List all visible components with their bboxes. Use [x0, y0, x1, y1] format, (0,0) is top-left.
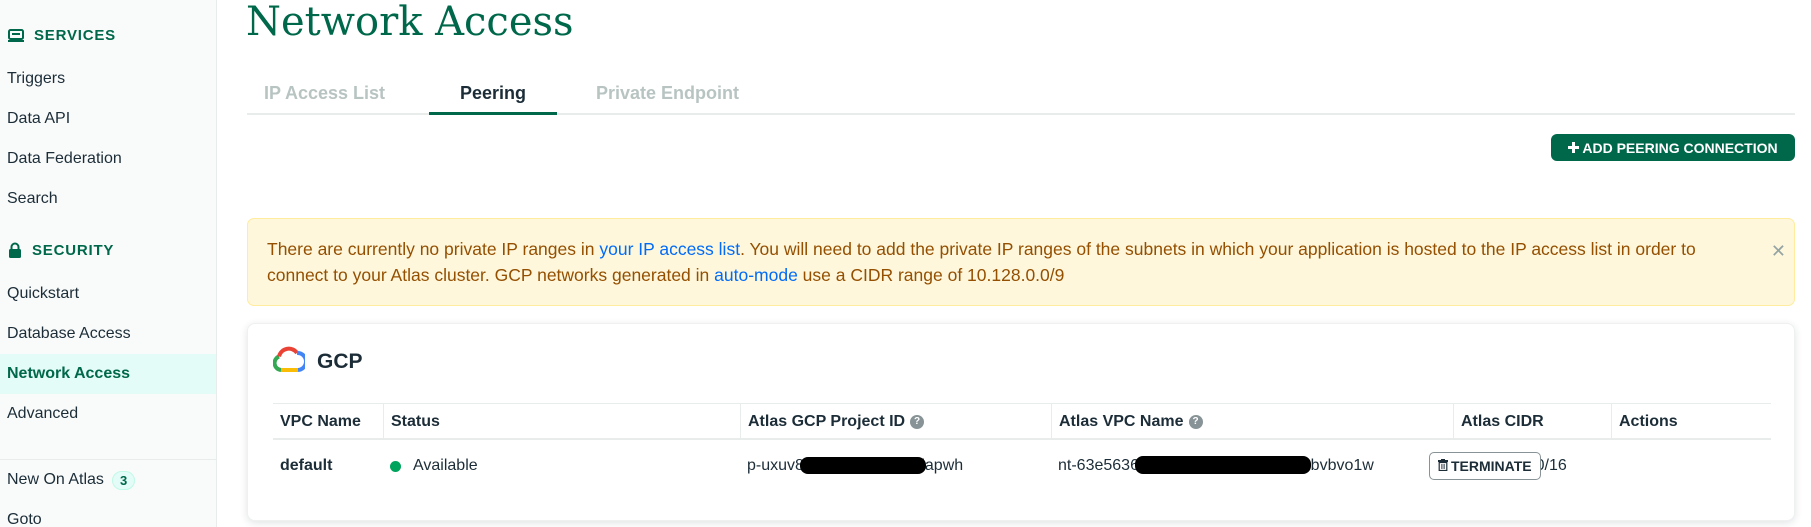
gcp-peering-card: GCP VPC Name Status Atlas GCP Project ID…	[247, 323, 1795, 521]
terminate-button[interactable]: TERMINATE	[1429, 452, 1541, 480]
add-peering-connection-label: ADD PEERING CONNECTION	[1582, 139, 1778, 156]
sidebar-item-data-api[interactable]: Data API	[0, 99, 216, 139]
auto-mode-link[interactable]: auto-mode	[714, 265, 798, 285]
table-row: default Available p-uxuv8ulc7f7d5m4ngs8i…	[273, 440, 1771, 492]
services-heading-label: SERVICES	[34, 27, 116, 44]
terminate-label: TERMINATE	[1451, 458, 1532, 474]
col-actions: Actions	[1611, 404, 1678, 439]
provider-title: GCP	[317, 349, 363, 373]
help-circle-icon[interactable]: ?	[1188, 414, 1203, 429]
sidebar-item-triggers[interactable]: Triggers	[0, 59, 216, 99]
sidebar-item-network-access[interactable]: Network Access	[0, 354, 216, 394]
new-on-atlas-count-badge: 3	[111, 470, 136, 490]
tab-peering[interactable]: Peering	[429, 78, 557, 115]
col-atlas-cidr: Atlas CIDR	[1453, 404, 1544, 439]
sidebar-item-database-access[interactable]: Database Access	[0, 314, 216, 354]
gcp-cloud-icon	[272, 346, 308, 377]
sidebar-item-advanced[interactable]: Advanced	[0, 394, 216, 434]
tab-private-endpoint[interactable]: Private Endpoint	[575, 78, 760, 115]
services-section-heading: SERVICES	[8, 27, 116, 44]
table-header: VPC Name Status Atlas GCP Project ID ? A…	[273, 403, 1771, 440]
redaction-mark	[800, 457, 926, 474]
sidebar: SERVICES Triggers Data API Data Federati…	[0, 0, 217, 527]
col-status: Status	[383, 404, 440, 439]
banner-text-3: use a CIDR range of 10.128.0.0/9	[797, 264, 1065, 285]
close-icon[interactable]: ✕	[1771, 239, 1786, 265]
col-atlas-gcp-project-id: Atlas GCP Project ID ?	[740, 404, 925, 439]
server-icon	[8, 28, 24, 43]
plus-icon	[1568, 140, 1580, 156]
tab-ip-access-list[interactable]: IP Access List	[247, 78, 402, 115]
lock-icon	[8, 242, 22, 259]
private-ip-warning-banner: There are currently no private IP ranges…	[247, 218, 1795, 306]
page-title: Network Access	[246, 0, 574, 45]
sidebar-item-search[interactable]: Search	[0, 179, 216, 219]
new-on-atlas-label: New On Atlas	[7, 471, 104, 488]
row-vpc-name: default	[280, 457, 333, 474]
col-vpc-name-label: VPC Name	[280, 412, 361, 430]
col-actions-label: Actions	[1619, 412, 1678, 430]
help-circle-icon[interactable]: ?	[910, 414, 925, 429]
banner-text-1: There are currently no private IP ranges…	[267, 239, 600, 259]
card-header: GCP	[272, 346, 363, 377]
security-heading-label: SECURITY	[32, 242, 115, 259]
peering-table: VPC Name Status Atlas GCP Project ID ? A…	[273, 403, 1771, 492]
col-atlas-vpc-name-label: Atlas VPC Name	[1059, 412, 1184, 430]
col-atlas-vpc-name: Atlas VPC Name ?	[1051, 404, 1203, 439]
col-status-label: Status	[391, 412, 440, 430]
trash-icon	[1438, 458, 1448, 474]
row-status-label: Available	[413, 457, 478, 474]
col-atlas-cidr-label: Atlas CIDR	[1461, 412, 1544, 430]
col-project-id-label: Atlas GCP Project ID	[748, 412, 906, 430]
sidebar-item-goto[interactable]: Goto	[0, 500, 216, 527]
security-section-heading: SECURITY	[8, 242, 114, 259]
sidebar-item-new-on-atlas[interactable]: New On Atlas 3	[0, 460, 216, 500]
sidebar-item-data-federation[interactable]: Data Federation	[0, 139, 216, 179]
ip-access-list-link[interactable]: your IP access list	[599, 239, 740, 259]
sidebar-item-quickstart[interactable]: Quickstart	[0, 274, 216, 314]
status-available-dot	[390, 460, 401, 472]
col-vpc-name: VPC Name	[273, 404, 361, 439]
row-status: Available	[383, 440, 478, 492]
add-peering-connection-button[interactable]: ADD PEERING CONNECTION	[1551, 134, 1795, 161]
redaction-mark	[1135, 456, 1311, 474]
tab-bar: IP Access List Peering Private Endpoint	[247, 78, 1795, 115]
